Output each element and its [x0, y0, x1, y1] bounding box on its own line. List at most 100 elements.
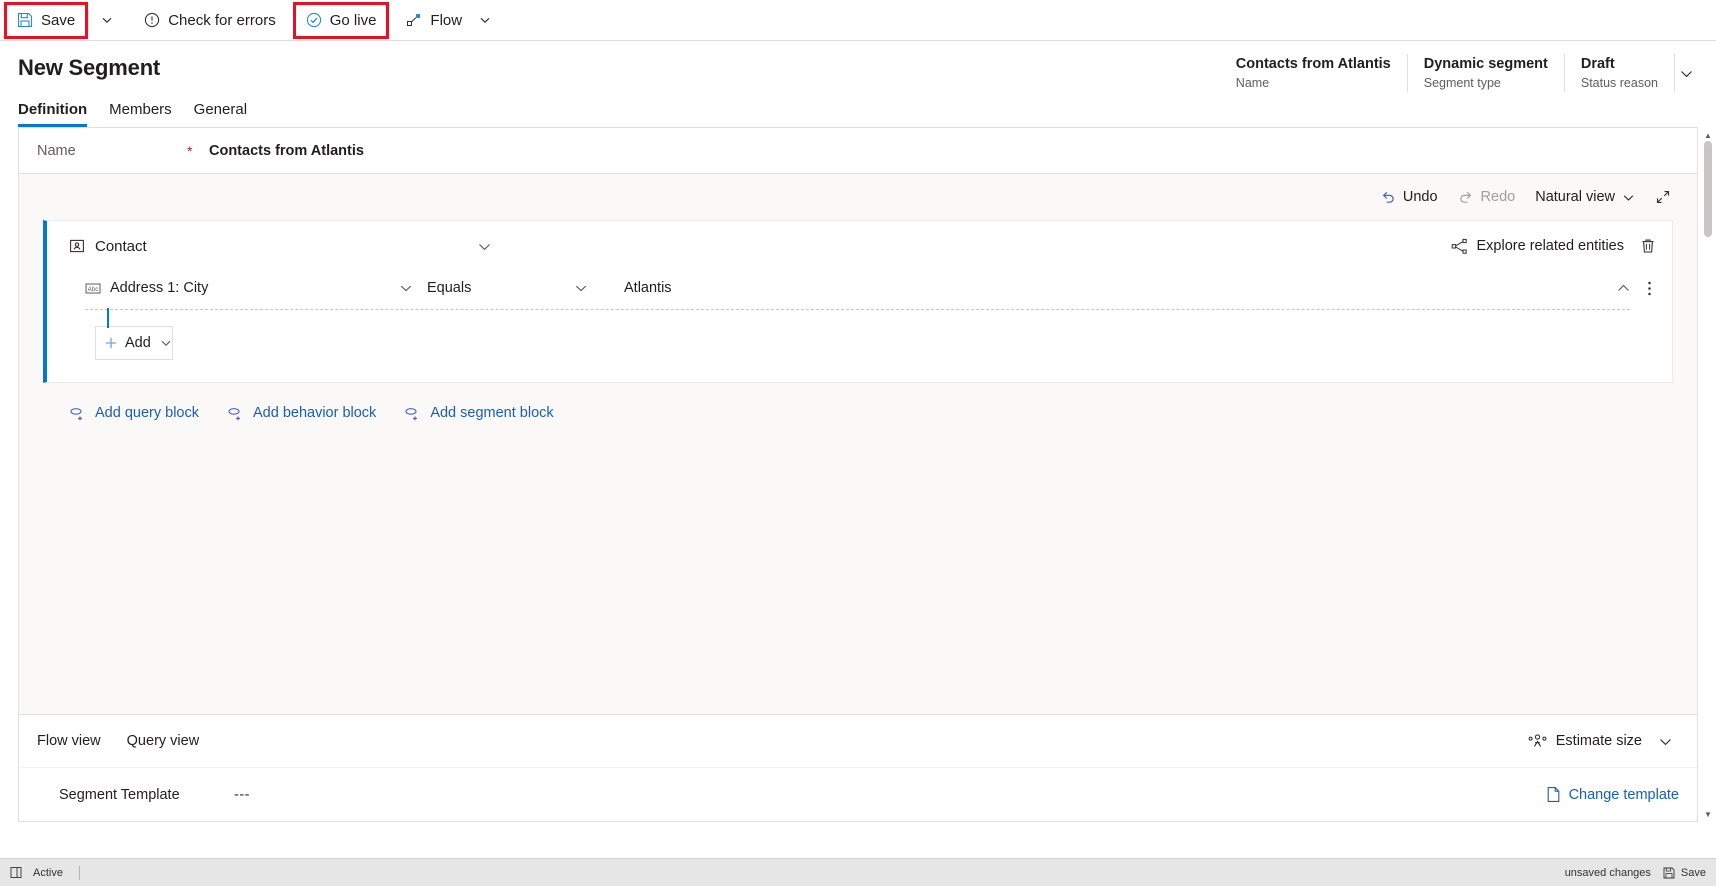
- go-live-button[interactable]: Go live: [292, 1, 390, 39]
- undo-button[interactable]: Undo: [1372, 185, 1446, 209]
- condition-attribute-caret[interactable]: [385, 281, 427, 295]
- estimate-size-caret[interactable]: [1652, 734, 1679, 749]
- condition-row: Abc Address 1: City Equals Atlantis: [85, 271, 1656, 305]
- query-block-collapse-button[interactable]: [477, 239, 492, 254]
- condition-operator-caret[interactable]: [560, 281, 602, 295]
- condition-operator-label: Equals: [427, 280, 472, 296]
- text-field-icon: Abc: [85, 282, 101, 295]
- flow-options-caret[interactable]: [471, 6, 499, 35]
- check-circle-icon: [306, 12, 322, 28]
- add-condition-button[interactable]: Add: [95, 326, 173, 360]
- status-bar-left: Active: [10, 865, 80, 880]
- chevron-down-icon: [1679, 66, 1694, 81]
- status-bar: Active unsaved changes Save: [0, 858, 1716, 886]
- vertical-scrollbar[interactable]: ▲ ▼: [1702, 127, 1714, 822]
- tab-members[interactable]: Members: [109, 101, 172, 127]
- add-behavior-block-label: Add behavior block: [252, 405, 377, 421]
- chevron-down-icon: [160, 337, 172, 349]
- plus-icon: [104, 336, 118, 350]
- metadata-item-segment-type: Dynamic segment Segment type: [1408, 54, 1565, 92]
- view-mode-selector[interactable]: Natural view: [1527, 185, 1643, 209]
- metadata-expand-button[interactable]: [1675, 54, 1698, 92]
- save-icon: [17, 12, 33, 28]
- scrollbar-thumb[interactable]: [1704, 141, 1712, 237]
- status-bar-right: unsaved changes Save: [1565, 867, 1706, 879]
- flow-button[interactable]: Flow: [397, 6, 471, 35]
- undo-icon: [1380, 189, 1396, 205]
- flow-view-tab[interactable]: Flow view: [37, 733, 101, 749]
- command-bar: Save Check for errors Go live Flow: [0, 0, 1716, 41]
- layout-icon[interactable]: [10, 866, 23, 879]
- record-state-label: Active: [33, 866, 63, 879]
- add-segment-block-button[interactable]: Add segment block: [404, 405, 554, 421]
- go-live-label: Go live: [329, 11, 377, 29]
- check-for-errors-label: Check for errors: [168, 11, 276, 29]
- segment-template-row: Segment Template --- Change template: [19, 767, 1697, 821]
- query-canvas: Undo Redo Natural view Contact Explore r…: [19, 174, 1697, 714]
- scroll-down-arrow[interactable]: ▼: [1702, 808, 1714, 820]
- save-options-caret[interactable]: [93, 6, 121, 35]
- condition-value-input[interactable]: Atlantis: [624, 280, 672, 296]
- query-block-actions: Explore related entities: [1451, 238, 1657, 255]
- query-block-icon: [227, 406, 244, 421]
- status-save-label: Save: [1680, 866, 1706, 879]
- name-input[interactable]: Contacts from Atlantis: [209, 143, 364, 159]
- condition-collapse-button[interactable]: [1616, 281, 1631, 296]
- metadata-label: Status reason: [1580, 76, 1658, 90]
- condition-attribute-label: Address 1: City: [110, 280, 209, 296]
- page-header: New Segment Contacts from Atlantis Name …: [0, 41, 1716, 127]
- tab-list: Definition Members General: [18, 101, 1698, 127]
- content-bottom-spacer: [0, 822, 1716, 858]
- metadata-label: Name: [1235, 76, 1270, 90]
- error-circle-icon: [144, 12, 160, 28]
- status-save-button[interactable]: Save: [1663, 867, 1706, 879]
- more-vertical-icon[interactable]: [1647, 280, 1656, 297]
- condition-divider: [85, 308, 1630, 328]
- save-button-label: Save: [41, 11, 76, 29]
- unsaved-changes-label: unsaved changes: [1564, 866, 1651, 879]
- condition-value-label: Atlantis: [624, 280, 672, 296]
- query-blocks-area: Contact Explore related entities Abc Add…: [19, 220, 1697, 421]
- add-condition-label: Add: [125, 335, 151, 351]
- delete-query-block-button[interactable]: [1640, 238, 1656, 255]
- expand-diagonal-icon: [1655, 189, 1671, 205]
- add-query-block-button[interactable]: Add query block: [69, 405, 199, 421]
- chevron-down-icon: [1622, 191, 1635, 204]
- redo-icon: [1458, 189, 1474, 205]
- toolbar-divider: [88, 9, 90, 31]
- explore-related-entities-button[interactable]: Explore related entities: [1451, 238, 1625, 255]
- estimate-size-button[interactable]: Estimate size: [1528, 733, 1642, 750]
- chevron-down-icon: [399, 281, 413, 295]
- record-metadata: Contacts from Atlantis Name Dynamic segm…: [1220, 54, 1698, 92]
- metadata-item-status-reason: Draft Status reason: [1565, 54, 1675, 92]
- query-view-label: Query view: [126, 733, 200, 749]
- chevron-down-icon: [479, 14, 491, 26]
- name-field-row: Name * Contacts from Atlantis: [19, 128, 1697, 174]
- explore-related-entities-label: Explore related entities: [1476, 238, 1625, 254]
- document-icon: [1546, 786, 1561, 803]
- query-block-entity[interactable]: Contact: [69, 238, 147, 255]
- metadata-value: Draft: [1580, 56, 1615, 72]
- undo-label: Undo: [1402, 189, 1438, 205]
- condition-attribute-selector[interactable]: Abc Address 1: City: [85, 280, 385, 296]
- change-template-button[interactable]: Change template: [1546, 786, 1679, 803]
- add-query-block-label: Add query block: [95, 405, 199, 421]
- chevron-down-icon: [574, 281, 588, 295]
- tab-definition[interactable]: Definition: [18, 101, 88, 127]
- scroll-up-arrow[interactable]: ▲: [1702, 129, 1714, 141]
- segment-template-label: Segment Template: [59, 786, 180, 803]
- save-button[interactable]: Save: [3, 1, 89, 39]
- query-block-contact: Contact Explore related entities Abc Add…: [43, 220, 1673, 383]
- check-for-errors-button[interactable]: Check for errors: [135, 6, 285, 35]
- condition-area: Abc Address 1: City Equals Atlantis: [47, 271, 1672, 328]
- tab-general[interactable]: General: [194, 101, 247, 127]
- query-block-icon: [404, 406, 421, 421]
- query-block-icon: [69, 406, 86, 421]
- flow-icon: [406, 12, 422, 28]
- add-behavior-block-button[interactable]: Add behavior block: [227, 405, 376, 421]
- save-icon: [1663, 867, 1675, 879]
- flow-view-label: Flow view: [37, 733, 101, 749]
- query-view-tab[interactable]: Query view: [127, 733, 200, 749]
- add-segment-block-label: Add segment block: [430, 405, 554, 421]
- expand-canvas-button[interactable]: [1647, 185, 1679, 209]
